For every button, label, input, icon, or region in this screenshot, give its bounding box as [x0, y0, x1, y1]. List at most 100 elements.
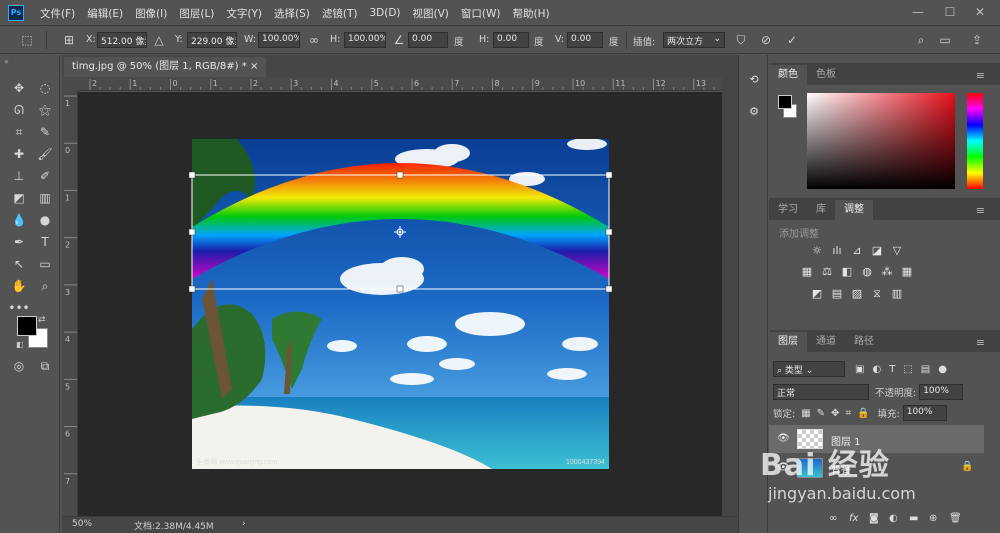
brush-tool-icon[interactable]: 🖌 [34, 143, 56, 165]
tab-libraries[interactable]: 库 [807, 200, 835, 220]
gradient-map-icon[interactable]: ▥ [889, 287, 905, 301]
visibility-eye-icon[interactable]: 👁 [777, 433, 790, 444]
hskew-field[interactable]: 0.00 [493, 32, 529, 48]
status-menu-arrow[interactable]: › [242, 519, 246, 529]
layer-style-icon[interactable]: fx [849, 513, 869, 524]
cancel-transform-icon[interactable]: ⊘ [757, 32, 775, 48]
marquee-tool-icon[interactable]: ◌ [34, 77, 56, 99]
height-field[interactable]: 100.00% [344, 32, 386, 48]
transform-tool-icon[interactable]: ⬚ [18, 32, 36, 48]
color-lookup-icon[interactable]: ▦ [899, 265, 915, 279]
eraser-tool-icon[interactable]: ◩ [8, 187, 30, 209]
photo-filter-icon[interactable]: ◍ [859, 265, 875, 279]
angle-field[interactable]: 0.00 [408, 32, 448, 48]
invert-icon[interactable]: ◩ [809, 287, 825, 301]
lock-all-icon[interactable]: 🔒 [857, 408, 869, 419]
pen-tool-icon[interactable]: ✒ [8, 231, 30, 253]
color-balance-icon[interactable]: ⚖ [819, 265, 835, 279]
link-icon[interactable]: ∞ [305, 32, 323, 48]
history-brush-icon[interactable]: ✐ [34, 165, 56, 187]
interpolation-select[interactable]: 两次立方 ⌄ [663, 32, 725, 48]
menu-image[interactable]: 图像(I) [129, 6, 173, 21]
color-picker-field[interactable] [807, 93, 955, 189]
y-field[interactable]: 229.00 像素 [187, 32, 237, 48]
menu-edit[interactable]: 编辑(E) [81, 6, 129, 21]
lock-paint-icon[interactable]: ✎ [817, 408, 825, 419]
panel-menu-icon[interactable]: ≡ [967, 66, 994, 86]
filter-pixel-icon[interactable]: ▣ [855, 364, 864, 375]
close-tab-icon[interactable]: × [250, 61, 258, 72]
filter-shape-icon[interactable]: ⬚ [903, 364, 912, 375]
black-white-icon[interactable]: ◧ [839, 265, 855, 279]
close-window-button[interactable]: ✕ [966, 0, 994, 26]
crop-tool-icon[interactable]: ⌗ [8, 121, 30, 143]
move-tool-icon[interactable]: ✥ [8, 77, 30, 99]
visibility-eye-icon[interactable]: 👁 [777, 462, 790, 473]
panel-foreground-swatch[interactable] [778, 95, 792, 109]
relative-position-icon[interactable]: △ [150, 32, 168, 48]
width-field[interactable]: 100.00% [258, 32, 300, 48]
tab-layers[interactable]: 图层 [769, 332, 807, 352]
link-layers-icon[interactable]: ∞ [829, 513, 849, 524]
x-field[interactable]: 512.00 像素 [97, 32, 147, 48]
layer-kind-select[interactable]: ⌕ 类型 ⌄ [773, 361, 845, 377]
panel-menu-icon[interactable]: ≡ [967, 201, 994, 221]
tab-adjustments[interactable]: 调整 [835, 200, 873, 220]
lasso-tool-icon[interactable]: ᘏ [8, 99, 30, 121]
tab-swatches[interactable]: 色板 [807, 65, 845, 85]
menu-filter[interactable]: 滤镜(T) [316, 6, 364, 21]
zoom-tool-icon[interactable]: ⌕ [34, 275, 56, 297]
gradient-tool-icon[interactable]: ▥ [34, 187, 56, 209]
filter-type-icon[interactable]: T [889, 364, 895, 375]
zoom-level[interactable]: 50% [72, 519, 92, 529]
new-group-icon[interactable]: ▬ [909, 513, 929, 524]
ruler-horizontal[interactable]: 2 1 0 1 2 3 4 5 6 7 8 9 10 11 12 13 [78, 77, 722, 91]
dodge-tool-icon[interactable]: ● [34, 209, 56, 231]
history-panel-icon[interactable]: ⟲ [746, 73, 762, 89]
menu-layer[interactable]: 图层(L) [173, 6, 220, 21]
warp-mode-icon[interactable]: ⛉ [732, 32, 750, 48]
vertical-scrollbar[interactable] [722, 77, 738, 516]
lock-transparency-icon[interactable]: ▦ [801, 408, 810, 419]
magic-wand-icon[interactable]: ⚝ [34, 99, 56, 121]
collapse-icon[interactable]: « [4, 57, 9, 66]
eyedropper-icon[interactable]: ✎ [34, 121, 56, 143]
share-icon[interactable]: ⇪ [968, 32, 986, 48]
menu-view[interactable]: 视图(V) [407, 6, 455, 21]
menu-3d[interactable]: 3D(D) [363, 7, 406, 19]
layer-name[interactable]: 图层 1 [831, 433, 861, 448]
document-tab[interactable]: timg.jpg @ 50% (图层 1, RGB/8#) * × [64, 57, 267, 77]
transform-bounding-box[interactable] [186, 169, 616, 295]
vibrance-icon[interactable]: ▽ [889, 244, 905, 258]
brightness-icon[interactable]: ☼ [809, 244, 825, 258]
curves-icon[interactable]: ⊿ [849, 244, 865, 258]
quick-mask-icon[interactable]: ◎ [8, 355, 30, 377]
channel-mixer-icon[interactable]: ⁂ [879, 265, 895, 279]
new-layer-icon[interactable]: ⊕ [929, 513, 949, 524]
layer-row[interactable]: 👁 背景 🔒 [769, 454, 984, 482]
hue-slider[interactable] [967, 93, 983, 189]
lock-position-icon[interactable]: ✥ [831, 408, 839, 419]
new-adjustment-icon[interactable]: ◐ [889, 513, 909, 524]
menu-select[interactable]: 选择(S) [268, 6, 316, 21]
panel-menu-icon[interactable]: ≡ [967, 333, 994, 353]
tab-color[interactable]: 颜色 [769, 65, 807, 85]
filter-toggle-icon[interactable]: ● [938, 364, 947, 375]
maximize-button[interactable]: ☐ [936, 0, 964, 26]
hand-tool-icon[interactable]: ✋ [8, 275, 30, 297]
stamp-tool-icon[interactable]: ⊥ [8, 165, 30, 187]
menu-file[interactable]: 文件(F) [34, 6, 81, 21]
layer-name[interactable]: 背景 [831, 462, 851, 477]
tab-paths[interactable]: 路径 [845, 332, 883, 352]
foreground-color-swatch[interactable] [17, 316, 37, 336]
exposure-icon[interactable]: ◪ [869, 244, 885, 258]
add-mask-icon[interactable]: ◙ [869, 513, 889, 524]
path-selection-icon[interactable]: ↖ [8, 253, 30, 275]
opacity-field[interactable]: 100% [919, 384, 964, 400]
blur-tool-icon[interactable]: 💧 [8, 209, 30, 231]
commit-transform-icon[interactable]: ✓ [783, 32, 801, 48]
reference-point-marker[interactable] [394, 226, 406, 238]
healing-brush-icon[interactable]: ✚ [8, 143, 30, 165]
minimize-button[interactable]: — [904, 0, 932, 26]
delete-layer-icon[interactable]: 🗑 [949, 513, 969, 524]
